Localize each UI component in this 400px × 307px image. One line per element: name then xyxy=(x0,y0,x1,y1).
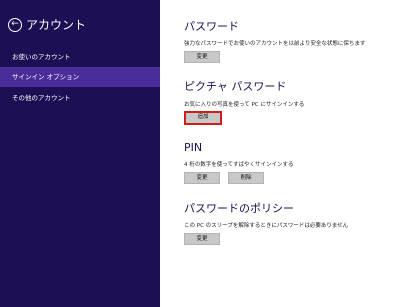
sidebar-item-your-account[interactable]: お使いのアカウント xyxy=(0,47,160,67)
password-policy-description: この PC のスリープを解除するときにパスワードは必要ありません xyxy=(184,223,349,229)
password-policy-change-button[interactable]: 変更 xyxy=(184,233,220,245)
main-content: パスワード 強力なパスワードでお使いのアカウントを以前より安全な状態に保ちます … xyxy=(160,0,400,307)
password-change-button[interactable]: 変更 xyxy=(184,51,220,63)
password-policy-section-title: パスワードのポリシー xyxy=(184,202,294,215)
back-arrow-icon[interactable]: ← xyxy=(8,18,22,32)
picture-password-section-title: ピクチャ パスワード xyxy=(184,80,287,93)
sidebar-item-sign-in-options[interactable]: サインイン オプション xyxy=(0,67,160,87)
pin-description: 4 桁の数字を使ってすばやくサインインする xyxy=(184,162,294,168)
pin-delete-button[interactable]: 削除 xyxy=(228,172,264,184)
pin-change-button[interactable]: 変更 xyxy=(184,172,220,184)
pin-section-title: PIN xyxy=(184,141,203,154)
password-section-title: パスワード xyxy=(184,20,239,33)
sidebar-title: アカウント xyxy=(26,18,87,32)
picture-password-add-button[interactable]: 追加 xyxy=(184,111,222,125)
sidebar: ← アカウント お使いのアカウント サインイン オプション その他のアカウント xyxy=(0,0,160,307)
password-description: 強力なパスワードでお使いのアカウントを以前より安全な状態に保ちます xyxy=(184,41,366,47)
sidebar-item-other-accounts[interactable]: その他のアカウント xyxy=(0,88,160,108)
picture-password-description: お気に入りの写真を使って PC にサインインする xyxy=(184,102,305,108)
